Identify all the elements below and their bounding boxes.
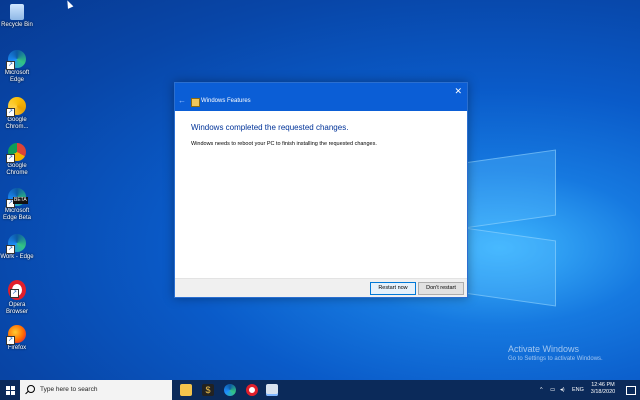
- file-explorer-taskbar-icon[interactable]: [180, 384, 192, 396]
- edge-work-icon: ↗: [6, 234, 26, 254]
- mouse-cursor-icon: [64, 0, 74, 9]
- taskbar-search-box[interactable]: Type here to search: [20, 380, 172, 400]
- shortcut-arrow-icon: ↗: [10, 289, 19, 298]
- activate-title: Activate Windows: [508, 344, 580, 354]
- windows-features-taskbar-icon[interactable]: [266, 384, 278, 396]
- language-indicator[interactable]: ENG: [572, 387, 584, 393]
- shortcut-arrow-icon: ↗: [6, 245, 15, 254]
- dialog-titlebar[interactable]: ← Windows Features ✕: [175, 83, 467, 111]
- chevron-up-icon[interactable]: ^: [540, 387, 543, 393]
- desktop-icon-google-chrome-canary[interactable]: ↗ Google Chrom...: [0, 97, 34, 131]
- opera-icon: ↗: [8, 280, 26, 300]
- shortcut-arrow-icon: ↗: [6, 336, 15, 345]
- start-button[interactable]: [0, 380, 20, 400]
- edge-beta-taskbar-icon[interactable]: [246, 384, 258, 396]
- windows-start-icon-pane: [11, 386, 15, 390]
- desktop-icon-label: Firefox: [7, 345, 27, 351]
- dialog-title: Windows Features: [201, 98, 251, 104]
- dollar-app-taskbar-icon[interactable]: $: [202, 384, 214, 396]
- volume-icon[interactable]: ◂): [560, 387, 565, 393]
- desktop-icon-label: Recycle Bin: [1, 22, 33, 28]
- shortcut-arrow-icon: ↗: [6, 61, 15, 70]
- dialog-footer: Restart now Don't restart: [175, 278, 467, 297]
- chrome-canary-icon: ↗: [6, 97, 26, 117]
- recycle-bin-icon: [10, 4, 24, 20]
- desktop-icon-work-edge[interactable]: ↗ Work - Edge: [0, 234, 34, 261]
- taskbar: Type here to search $ ^ ▭ ◂) ENG 12:46 P…: [0, 380, 640, 400]
- desktop-icon-firefox[interactable]: ↗ Firefox: [0, 325, 34, 352]
- edge-taskbar-icon[interactable]: [224, 384, 236, 396]
- desktop-icon-microsoft-edge-beta[interactable]: ↗ BETA Microsoft Edge Beta: [0, 188, 34, 222]
- windows-features-dialog: ← Windows Features ✕ Windows completed t…: [174, 82, 468, 298]
- windows-start-icon: [6, 386, 10, 390]
- dont-restart-button[interactable]: Don't restart: [418, 282, 464, 295]
- windows-features-icon: [191, 98, 200, 107]
- action-center-icon[interactable]: [626, 386, 636, 395]
- activate-subtitle: Go to Settings to activate Windows.: [508, 356, 603, 362]
- chrome-icon: ↗: [6, 143, 26, 163]
- desktop-icon-label: Microsoft Edge Beta: [2, 208, 32, 221]
- network-icon[interactable]: ▭: [550, 387, 555, 393]
- back-arrow-icon: ←: [178, 96, 186, 105]
- desktop-icon-label: Work - Edge: [0, 254, 34, 260]
- edge-beta-icon: ↗ BETA: [6, 188, 28, 208]
- beta-badge: BETA: [13, 197, 28, 204]
- desktop-icon-google-chrome[interactable]: ↗ Google Chrome: [0, 143, 34, 177]
- close-button[interactable]: ✕: [454, 86, 462, 97]
- clock-date: 3/18/2020: [590, 389, 616, 395]
- shortcut-arrow-icon: ↗: [6, 154, 15, 163]
- desktop-icon-microsoft-edge[interactable]: ↗ Microsoft Edge: [0, 50, 34, 84]
- search-placeholder: Type here to search: [40, 386, 98, 393]
- restart-now-button[interactable]: Restart now: [370, 282, 416, 295]
- desktop-icon-label: Google Chrome: [6, 163, 28, 176]
- search-icon: [27, 385, 35, 393]
- windows-start-icon-pane: [11, 391, 15, 395]
- desktop-icon-label: Google Chrom...: [5, 117, 29, 130]
- system-tray: ^ ▭ ◂) ENG 12:46 PM 3/18/2020: [520, 380, 640, 400]
- desktop-icon-label: Opera Browser: [5, 302, 28, 315]
- desktop-icon-label: Microsoft Edge: [4, 70, 30, 83]
- edge-icon: ↗: [6, 50, 26, 70]
- clock-time: 12:46 PM: [591, 382, 615, 388]
- dialog-content: Windows completed the requested changes.…: [175, 111, 467, 147]
- dialog-heading: Windows completed the requested changes.: [191, 123, 349, 132]
- shortcut-arrow-icon: ↗: [6, 108, 15, 117]
- windows-start-icon-pane: [6, 391, 10, 395]
- desktop-icon-opera[interactable]: ↗ Opera Browser: [0, 280, 34, 316]
- activate-windows-watermark: Activate Windows Go to Settings to activ…: [508, 344, 603, 362]
- desktop-icon-recycle-bin[interactable]: Recycle Bin: [0, 4, 34, 29]
- taskbar-clock[interactable]: 12:46 PM 3/18/2020: [586, 382, 620, 396]
- firefox-icon: ↗: [6, 325, 26, 345]
- dialog-message: Windows needs to reboot your PC to finis…: [191, 141, 377, 147]
